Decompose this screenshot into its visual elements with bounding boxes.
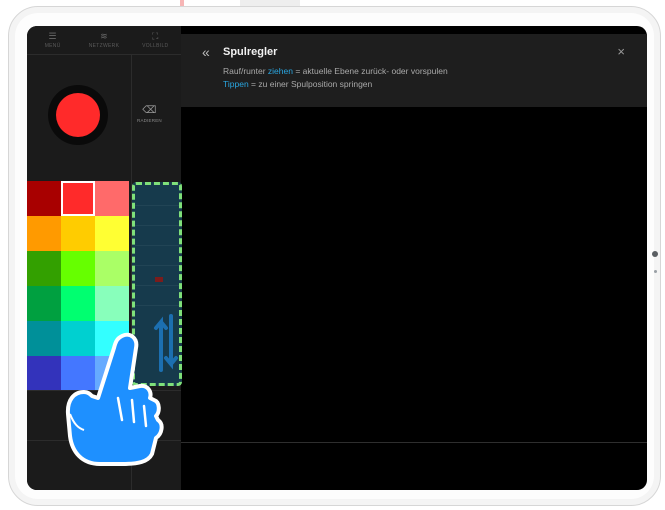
- scrub-line: [135, 245, 179, 246]
- pointing-hand-icon: [65, 332, 164, 466]
- divider: [27, 54, 181, 55]
- scrub-line: [135, 225, 179, 226]
- color-swatch[interactable]: [27, 251, 61, 286]
- scrub-marker: [155, 277, 163, 282]
- color-swatch[interactable]: [61, 251, 95, 286]
- color-swatch[interactable]: [27, 216, 61, 251]
- color-swatch[interactable]: [95, 286, 129, 321]
- record-button[interactable]: [48, 85, 108, 145]
- network-label: NETZWERK: [88, 42, 120, 49]
- color-swatch[interactable]: [95, 181, 129, 216]
- scrub-line: [135, 305, 179, 306]
- scrub-line: [135, 285, 179, 286]
- menu-label: MENÜ: [44, 42, 61, 49]
- color-swatch[interactable]: [61, 181, 95, 216]
- color-swatch[interactable]: [95, 216, 129, 251]
- divider: [181, 442, 647, 443]
- top-menu: ☰ MENÜ ≋ NETZWERK ⛶ VOLLBILD: [27, 26, 181, 54]
- list-icon: ☰: [48, 30, 57, 41]
- tooltip-line-2: Tippen = zu einer Spulposition springen: [223, 79, 372, 89]
- menu-button[interactable]: ☰ MENÜ: [27, 26, 78, 54]
- tooltip-keyword: Tippen: [223, 79, 249, 89]
- wifi-icon: ≋: [100, 30, 108, 41]
- color-swatch[interactable]: [27, 321, 61, 356]
- color-swatch[interactable]: [61, 286, 95, 321]
- network-button[interactable]: ≋ NETZWERK: [78, 26, 129, 54]
- color-swatch[interactable]: [27, 356, 61, 391]
- close-icon[interactable]: ×: [617, 44, 625, 59]
- scrub-line: [135, 265, 179, 266]
- tooltip-line-1: Rauf/runter ziehen = aktuelle Ebene zurü…: [223, 66, 448, 76]
- color-swatch[interactable]: [95, 251, 129, 286]
- fullscreen-icon: ⛶: [152, 30, 159, 41]
- record-dot: [56, 93, 100, 137]
- tooltip-text: = aktuelle Ebene zurück- oder vorspulen: [292, 66, 448, 76]
- fullscreen-label: VOLLBILD: [142, 42, 169, 49]
- tooltip-text: Rauf/runter: [223, 66, 268, 76]
- tooltip-keyword: ziehen: [267, 66, 293, 76]
- tooltip-title: Spulregler: [223, 46, 278, 58]
- collapse-icon[interactable]: «: [202, 44, 210, 60]
- erase-tool[interactable]: ⌫ RADIEREN: [137, 105, 162, 124]
- scrub-line: [135, 205, 179, 206]
- camera-icon: [652, 251, 658, 257]
- color-swatch[interactable]: [61, 216, 95, 251]
- color-swatch[interactable]: [27, 181, 61, 216]
- erase-label: RADIEREN: [137, 118, 162, 123]
- eraser-icon: ⌫: [142, 105, 157, 116]
- color-swatch[interactable]: [27, 286, 61, 321]
- fullscreen-button[interactable]: ⛶ VOLLBILD: [130, 26, 181, 54]
- tooltip-text: = zu einer Spulposition springen: [248, 79, 373, 89]
- tooltip-panel: « Spulregler × Rauf/runter ziehen = aktu…: [181, 34, 647, 107]
- sensor-dot: [654, 270, 657, 273]
